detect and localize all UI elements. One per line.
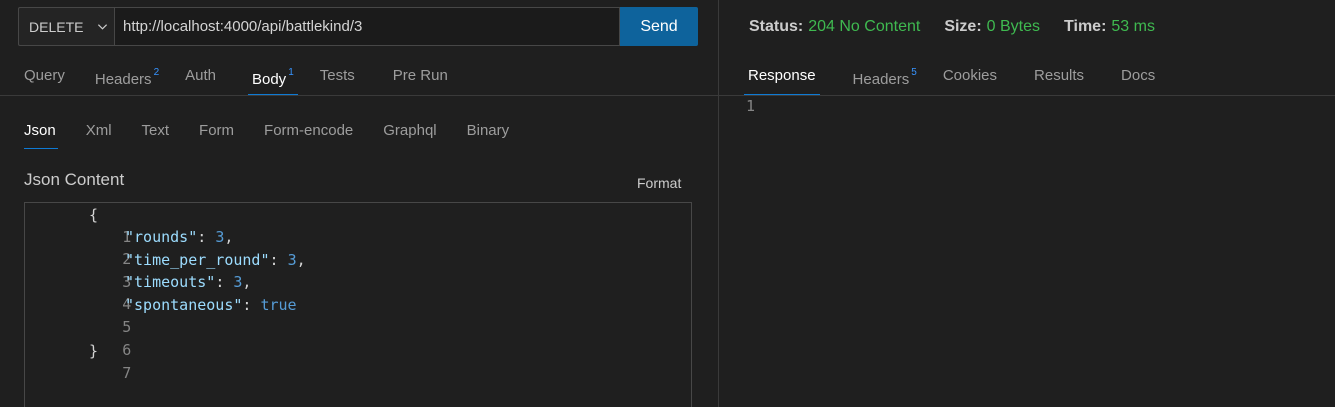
subtab-json[interactable]: Json (24, 113, 58, 149)
response-line-number: 1 (746, 97, 756, 115)
tab-cookies[interactable]: Cookies (943, 56, 997, 96)
headers-count-badge: 2 (153, 67, 160, 78)
subtab-form[interactable]: Form (199, 113, 234, 149)
response-tabs-divider (719, 95, 1335, 96)
url-input[interactable]: http://localhost:4000/api/battlekind/3 (114, 7, 620, 46)
tab-response[interactable]: Response (744, 56, 820, 96)
response-body-editor[interactable]: 1 (746, 97, 755, 115)
editor-line: 7 } (89, 342, 132, 382)
method-value: DELETE (29, 18, 84, 35)
editor-line: 2 "rounds": 3, (122, 228, 234, 268)
pane-divider[interactable] (718, 0, 719, 407)
request-tabs: Query Headers 2 Auth Body 1 Tests Pre Run (24, 56, 448, 96)
tab-tests[interactable]: Tests (320, 56, 355, 96)
editor-line: 5 "spontaneous": true (122, 296, 297, 336)
tab-body[interactable]: Body 1 (248, 56, 298, 96)
size-group: Size: 0 Bytes (944, 18, 1041, 35)
body-count-badge: 1 (288, 67, 294, 78)
tab-response-headers[interactable]: Headers 5 (853, 56, 917, 96)
subtab-xml[interactable]: Xml (86, 113, 112, 149)
subtab-form-encode[interactable]: Form-encode (264, 113, 353, 149)
editor-line: 3 "time_per_round": 3, (122, 251, 306, 291)
status-group: Status: 204 No Content (749, 18, 921, 35)
tabs-divider (0, 95, 718, 96)
tab-auth[interactable]: Auth (185, 56, 216, 96)
response-tabs: Response Headers 5 Cookies Results Docs (744, 56, 1155, 96)
format-button[interactable]: Format (637, 175, 681, 191)
method-select[interactable]: DELETE (18, 7, 114, 46)
tab-headers[interactable]: Headers 2 (95, 56, 159, 96)
json-content-title: Json Content (24, 170, 125, 189)
tab-query[interactable]: Query (24, 56, 65, 96)
send-button[interactable]: Send (620, 7, 698, 46)
body-type-tabs: Json Xml Text Form Form-encode Graphql B… (24, 113, 509, 149)
status-value: 204 No Content (808, 18, 921, 35)
response-headers-count-badge: 5 (911, 67, 917, 78)
tab-pre-run[interactable]: Pre Run (393, 56, 448, 96)
time-group: Time: 53 ms (1064, 18, 1155, 35)
url-bar: DELETE http://localhost:4000/api/battlek… (18, 7, 698, 46)
response-status-bar: Status: 204 No Content Size: 0 Bytes Time:… (749, 16, 1179, 38)
chevron-down-icon (98, 24, 108, 30)
editor-line: 1 { (89, 206, 132, 246)
size-value: 0 Bytes (986, 18, 1041, 35)
subtab-binary[interactable]: Binary (467, 113, 510, 149)
request-pane: DELETE http://localhost:4000/api/battlek… (0, 0, 718, 407)
subtab-graphql[interactable]: Graphql (383, 113, 436, 149)
json-editor[interactable]: 1 { 2 "rounds": 3, 3 "time_per_round": 3… (24, 202, 692, 407)
tab-docs[interactable]: Docs (1121, 56, 1155, 96)
editor-line: 6 (122, 341, 132, 359)
time-value: 53 ms (1111, 18, 1155, 35)
subtab-text[interactable]: Text (142, 113, 170, 149)
tab-results[interactable]: Results (1034, 56, 1084, 96)
app-root: DELETE http://localhost:4000/api/battlek… (0, 0, 1335, 407)
editor-line: 4 "timeouts": 3, (122, 273, 252, 313)
